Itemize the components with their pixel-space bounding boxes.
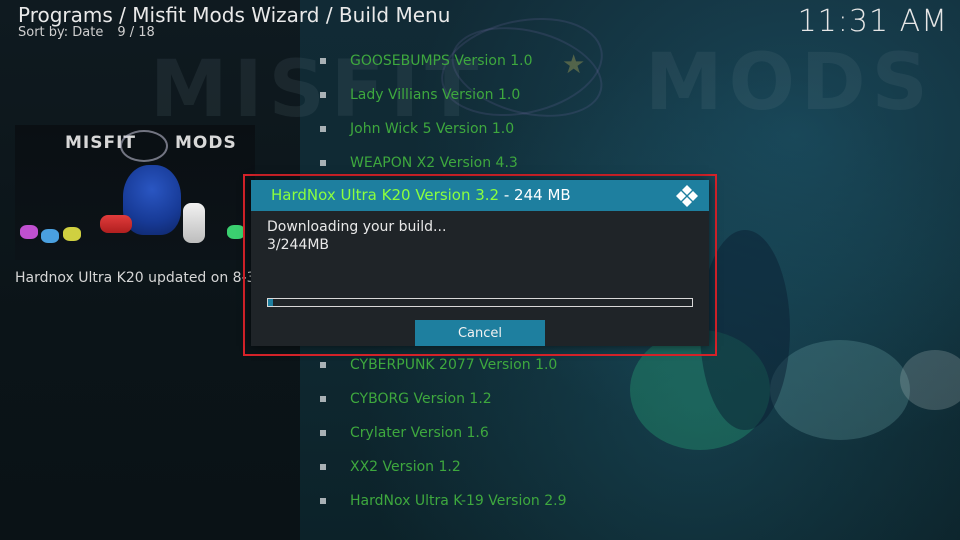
build-thumbnail: MISFIT MODS	[15, 125, 255, 260]
list-item[interactable]: WEAPON X2 Version 4.3	[316, 147, 518, 177]
bullet-icon	[320, 91, 326, 98]
list-item-label: WEAPON X2 Version 4.3	[350, 155, 518, 171]
bullet-icon	[320, 429, 326, 436]
download-progress-bar	[267, 298, 693, 307]
list-item[interactable]: GOOSEBUMPS Version 1.0	[316, 45, 533, 75]
list-item[interactable]: Lady Villians Version 1.0	[316, 79, 520, 109]
sort-status: Sort by: Date 9 / 18	[18, 25, 155, 40]
background-star-icon: ★	[562, 50, 586, 80]
list-item[interactable]: John Wick 5 Version 1.0	[316, 113, 514, 143]
list-item[interactable]: CYBORG Version 1.2	[316, 383, 492, 413]
dialog-title-name: HardNox Ultra K20 Version 3.2	[271, 186, 500, 204]
logo-orbit-icon	[120, 130, 168, 162]
build-caption: Hardnox Ultra K20 updated on 8-3-2	[15, 270, 270, 286]
list-item[interactable]: Crylater Version 1.6	[316, 417, 489, 447]
list-item-label: CYBERPUNK 2077 Version 1.0	[350, 357, 558, 373]
cancel-button[interactable]: Cancel	[415, 320, 545, 346]
progress-fill	[268, 299, 274, 306]
breadcrumb: Programs / Misfit Mods Wizard / Build Me…	[18, 3, 451, 27]
dialog-title-size: - 244 MB	[499, 186, 571, 204]
gem-icon	[20, 225, 38, 239]
download-dialog: HardNox Ultra K20 Version 3.2 - 244 MB D…	[251, 180, 709, 346]
dialog-progress-text: 3/244MB	[267, 237, 330, 253]
bullet-icon	[320, 159, 326, 166]
list-item[interactable]: HardNox Ultra K-19 Version 2.9	[316, 485, 566, 515]
item-position: 9 / 18	[117, 25, 155, 40]
bullet-icon	[320, 463, 326, 470]
list-item-label: Crylater Version 1.6	[350, 425, 489, 441]
thumbnail-logo-right: MODS	[175, 133, 237, 153]
bullet-icon	[320, 125, 326, 132]
list-item-label: John Wick 5 Version 1.0	[350, 121, 515, 137]
list-item-label: Lady Villians Version 1.0	[350, 87, 521, 103]
dialog-header: HardNox Ultra K20 Version 3.2 - 244 MB	[251, 180, 709, 211]
background-shape	[900, 350, 960, 410]
list-item[interactable]: XX2 Version 1.2	[316, 451, 461, 481]
shoe-icon	[183, 203, 205, 243]
dialog-title: HardNox Ultra K20 Version 3.2 - 244 MB	[271, 186, 571, 204]
kodi-icon	[676, 185, 698, 207]
bullet-icon	[320, 497, 326, 504]
background-shape	[770, 340, 910, 440]
list-item-label: HardNox Ultra K-19 Version 2.9	[350, 493, 567, 509]
gem-icon	[63, 227, 81, 241]
list-item-label: CYBORG Version 1.2	[350, 391, 492, 407]
bullet-icon	[320, 395, 326, 402]
gem-icon	[41, 229, 59, 243]
background-watermark-right: MODS	[645, 38, 934, 128]
list-item-label: XX2 Version 1.2	[350, 459, 461, 475]
bullet-icon	[320, 361, 326, 368]
sort-label: Sort by: Date	[18, 25, 104, 40]
shoe-icon	[100, 215, 132, 233]
clock: 11:31 AM	[797, 4, 948, 39]
bullet-icon	[320, 57, 326, 64]
dialog-status-text: Downloading your build...	[267, 219, 447, 235]
list-item-label: GOOSEBUMPS Version 1.0	[350, 53, 533, 69]
